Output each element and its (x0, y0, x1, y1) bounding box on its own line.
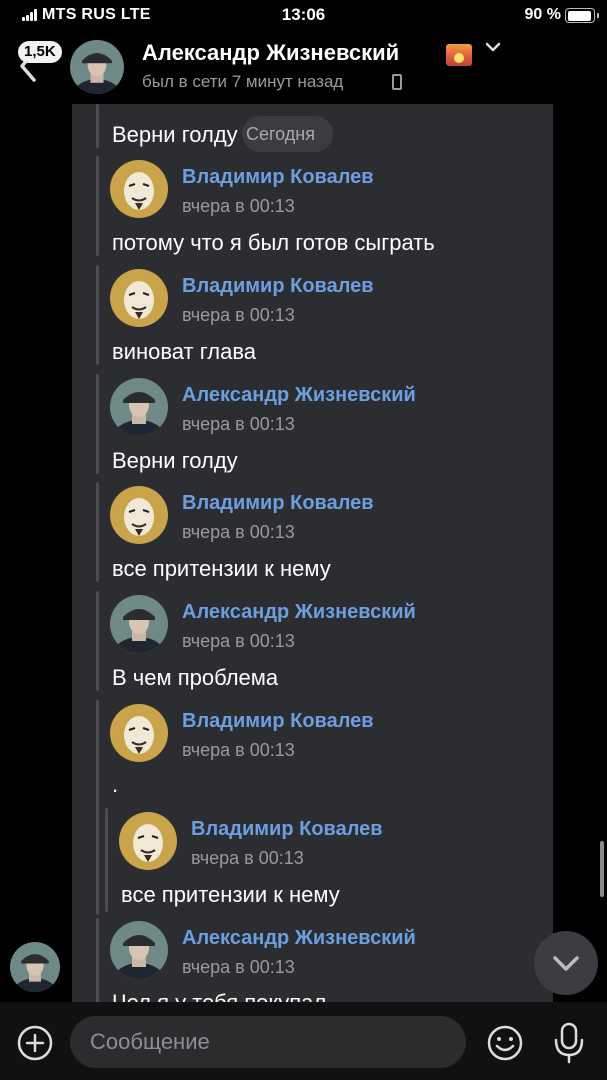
scrollbar[interactable] (600, 841, 604, 897)
battery-icon (565, 8, 599, 23)
man-cap-avatar (10, 942, 60, 992)
message-author[interactable]: Александр Жизневский (182, 927, 416, 950)
chat-area[interactable]: Верни голду Сегодня Владимир Ковалев вче… (0, 104, 607, 1002)
scroll-down-icon (553, 956, 579, 971)
sunset-emoji-icon (446, 44, 472, 66)
avatar[interactable] (70, 40, 124, 94)
man-cap-avatar (70, 40, 124, 94)
message-text: Верни голду (112, 448, 238, 473)
partial-message-text: Верни голду (112, 122, 238, 147)
date-separator: Сегодня (242, 116, 333, 152)
mask-avatar[interactable] (110, 704, 168, 762)
sender-avatar[interactable] (10, 942, 60, 992)
message-author[interactable]: Александр Жизневский (182, 384, 416, 407)
mask-avatar[interactable] (110, 269, 168, 327)
message-date: вчера в 00:13 (182, 740, 295, 760)
message-date: вчера в 00:13 (182, 414, 295, 434)
last-seen-status: был в сети 7 минут назад (142, 72, 344, 91)
battery-percent: 90 % (524, 6, 561, 23)
forward-indicator-line (96, 918, 99, 1002)
man-cap-avatar[interactable] (110, 595, 168, 653)
status-bar: MTS RUS LTE 13:06 90 % (0, 0, 607, 32)
message-author[interactable]: Владимир Ковалев (182, 710, 374, 733)
message-date: вчера в 00:13 (182, 957, 295, 977)
mask-avatar[interactable] (110, 486, 168, 544)
message-author[interactable]: Александр Жизневский (182, 601, 416, 624)
man-cap-avatar[interactable] (110, 921, 168, 979)
message-input[interactable] (90, 1016, 450, 1068)
forward-indicator-line (96, 104, 99, 148)
smile-icon (487, 1025, 523, 1061)
unread-badge: 1,5K (18, 41, 62, 63)
forward-indicator-line (96, 265, 99, 365)
message-input-bar (0, 1002, 607, 1080)
attach-button[interactable] (16, 1024, 54, 1062)
chat-header: 1,5K Александр Жизневский был в сети 7 м… (0, 32, 607, 102)
forward-indicator-line (96, 591, 99, 691)
forward-indicator-line (96, 374, 99, 474)
scroll-down-button[interactable] (534, 931, 598, 995)
message-author[interactable]: Владимир Ковалев (182, 275, 374, 298)
forward-indicator-line (96, 156, 99, 256)
message-author[interactable]: Владимир Ковалев (182, 166, 374, 189)
message-date: вчера в 00:13 (182, 522, 295, 542)
sticker-button[interactable] (485, 1023, 525, 1063)
message-text: виноват глава (112, 339, 257, 364)
contact-name[interactable]: Александр Жизневский (142, 40, 399, 66)
message-text: все притензии к нему (112, 556, 331, 581)
message-field-container[interactable] (70, 1016, 466, 1068)
chevron-down-icon[interactable] (484, 38, 502, 59)
forward-indicator-line (96, 482, 99, 582)
mask-avatar[interactable] (119, 812, 177, 870)
message-date: вчера в 00:13 (182, 631, 295, 651)
message-text: В чем проблема (112, 665, 279, 690)
nested-forward-indicator-line (105, 808, 108, 912)
message-date: вчера в 00:13 (182, 305, 295, 325)
clock: 13:06 (281, 5, 326, 24)
forwarded-messages-bubble[interactable]: Верни голду Сегодня Владимир Ковалев вче… (72, 104, 553, 1002)
microphone-icon (554, 1022, 584, 1064)
message-author[interactable]: Владимир Ковалев (182, 492, 374, 515)
voice-button[interactable] (550, 1020, 588, 1066)
phone-icon (392, 74, 402, 90)
message-text: потому что я был готов сыграть (112, 230, 435, 255)
add-icon (17, 1025, 53, 1061)
message-date: вчера в 00:13 (191, 848, 304, 868)
mask-avatar[interactable] (110, 160, 168, 218)
message-date: вчера в 00:13 (182, 196, 295, 216)
forward-indicator-line (96, 700, 99, 915)
man-cap-avatar[interactable] (110, 378, 168, 436)
message-text: Чел я у тебя покупал (112, 990, 326, 1002)
message-author[interactable]: Владимир Ковалев (191, 818, 383, 841)
message-text: все притензии к нему (121, 882, 340, 907)
message-text: . (112, 772, 119, 797)
